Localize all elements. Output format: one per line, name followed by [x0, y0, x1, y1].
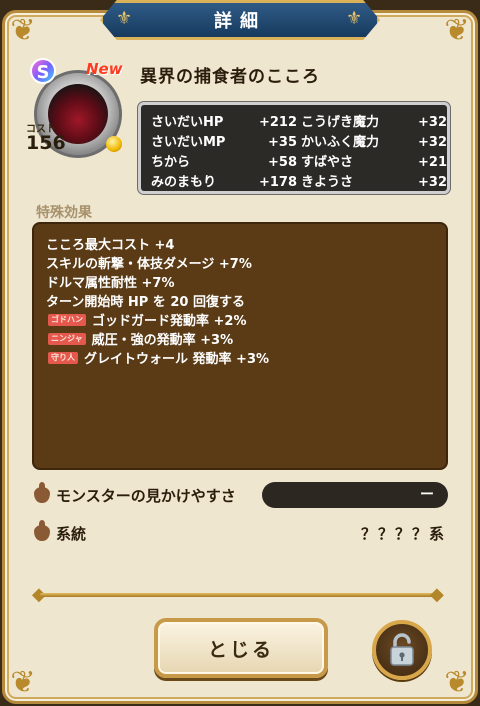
stat-row: きようさ +32: [301, 173, 451, 192]
drop-bullet-icon: [34, 520, 50, 541]
appearance-label: モンスターの見かけやすさ: [56, 486, 236, 505]
dialog-title: 詳細: [214, 11, 266, 32]
effect-text: ターン開始時 HP を 20 回復する: [46, 295, 245, 310]
stat-value: +178: [258, 175, 297, 190]
stat-row: かいふく魔力 +32: [301, 133, 451, 152]
stat-value: +32: [418, 175, 447, 190]
fleur-de-lis-icon: ⚜: [346, 8, 363, 29]
special-effects-heading: 特殊効果: [36, 205, 92, 221]
lineage-label: 系統: [56, 524, 87, 543]
stats-panel: さいだいHP +212 こうげき魔力 +32 さいだいMP +35 かいふく魔力 +32…: [138, 102, 450, 194]
effect-row: こころ最大コスト +4: [46, 234, 434, 253]
stat-value: +58: [268, 155, 297, 170]
effect-row: ターン開始時 HP を 20 回復する: [46, 291, 434, 310]
stat-row: ちから +58: [151, 153, 301, 172]
stat-row: すばやさ +21: [301, 153, 451, 172]
stat-label: ちから: [151, 155, 191, 170]
stat-value: +35: [268, 135, 297, 150]
effect-text: ドルマ属性耐性 +7%: [46, 276, 175, 291]
stat-label: すばやさ: [301, 155, 354, 170]
job-tag: 守り人: [48, 351, 78, 364]
effect-text: ゴッドガード発動率 +2%: [92, 314, 247, 329]
fleur-de-lis-icon: ⚜: [116, 8, 133, 29]
stat-row: こうげき魔力 +32: [301, 113, 451, 132]
stat-value: +32: [418, 135, 447, 150]
rank-badge: S: [30, 58, 56, 84]
lineage-row: 系統 ？？？？系: [34, 518, 450, 548]
effect-text: スキルの斬撃・体技ダメージ +7%: [46, 257, 252, 272]
appearance-value: ー: [262, 482, 448, 508]
appearance-row: モンスターの見かけやすさ ー: [34, 480, 450, 510]
corner-ornament-icon: ❦: [10, 665, 36, 700]
lineage-value: ？？？？系: [360, 524, 446, 543]
stat-value: +21: [418, 155, 447, 170]
new-badge: New: [86, 60, 123, 78]
divider-ornament-icon: ◆: [430, 584, 444, 605]
stat-row: さいだいHP +212: [151, 113, 301, 132]
job-tag: ニンジャ: [48, 332, 86, 345]
effect-row: ニンジャ 威圧・強の発動率 +3%: [46, 329, 434, 348]
stat-label: こうげき魔力: [301, 115, 380, 130]
stat-value: +212: [258, 115, 297, 130]
stat-row: みのまもり +178: [151, 173, 301, 192]
effect-row: 守り人 グレイトウォール 発動率 +3%: [46, 348, 434, 367]
corner-ornament-icon: ❦: [444, 13, 470, 48]
stat-label: みのまもり: [151, 175, 217, 190]
dialog-title-banner: 詳細: [100, 0, 380, 40]
close-button[interactable]: とじる: [154, 618, 328, 678]
job-tag: ゴドハン: [48, 313, 86, 326]
effect-row: ゴドハン ゴッドガード発動率 +2%: [46, 310, 434, 329]
cost-value: 156: [26, 132, 66, 154]
drop-bullet-icon: [34, 482, 50, 503]
padlock-icon: [390, 633, 414, 666]
effect-text: 威圧・強の発動率 +3%: [91, 333, 234, 348]
effect-row: スキルの斬撃・体技ダメージ +7%: [46, 253, 434, 272]
special-effects-panel: こころ最大コスト +4 スキルの斬撃・体技ダメージ +7% ドルマ属性耐性 +7…: [32, 222, 448, 470]
divider: [40, 593, 440, 597]
stat-label: さいだいMP: [151, 135, 226, 150]
effect-row: ドルマ属性耐性 +7%: [46, 272, 434, 291]
stat-label: さいだいHP: [151, 115, 224, 130]
stat-row: さいだいMP +35: [151, 133, 301, 152]
corner-ornament-icon: ❦: [444, 665, 470, 700]
effect-text: グレイトウォール 発動率 +3%: [84, 352, 270, 367]
corner-ornament-icon: ❦: [10, 13, 36, 48]
monster-name: 異界の捕食者のこころ: [140, 67, 320, 87]
gold-coin-icon: [106, 136, 122, 152]
stat-label: きようさ: [301, 175, 354, 190]
lock-button[interactable]: [372, 620, 432, 680]
effect-text: こころ最大コスト +4: [46, 238, 175, 253]
stat-label: かいふく魔力: [301, 135, 380, 150]
stat-value: +32: [418, 115, 447, 130]
monster-icon: S New コスト 156: [26, 58, 134, 160]
